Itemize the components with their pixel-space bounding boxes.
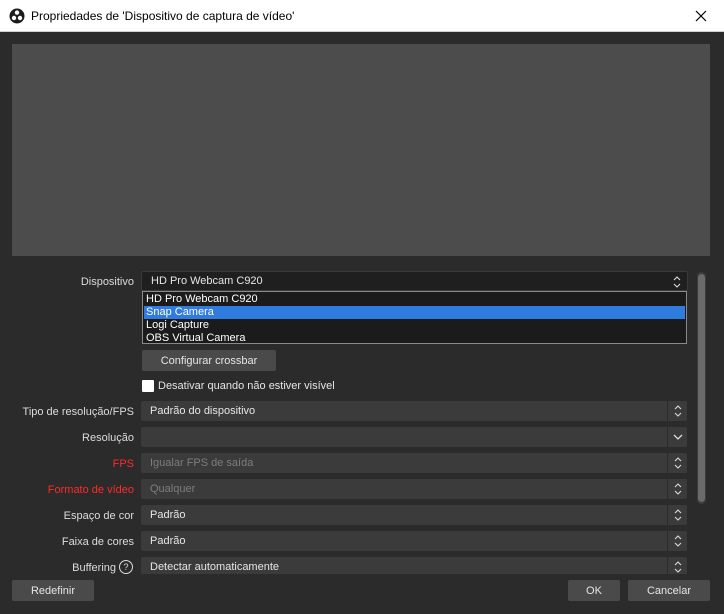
- device-select[interactable]: HD Pro Webcam C920: [141, 271, 688, 291]
- color-space-label: Espaço de cor: [63, 510, 134, 522]
- device-option-highlighted[interactable]: Snap Camera: [144, 306, 685, 319]
- updown-arrow-icon: [667, 401, 687, 421]
- buffering-label: Buffering: [72, 562, 116, 574]
- updown-arrow-icon: [667, 557, 687, 574]
- video-format-label: Formato de vídeo: [47, 484, 134, 496]
- buffering-value: Detectar automaticamente: [150, 561, 280, 573]
- dialog-footer: Redefinir OK Cancelar: [0, 574, 724, 614]
- help-icon[interactable]: ?: [119, 560, 133, 574]
- close-icon: [695, 10, 707, 22]
- video-format-value: Qualquer: [150, 483, 196, 495]
- cancel-button[interactable]: Cancelar: [628, 580, 710, 601]
- configure-crossbar-button[interactable]: Configurar crossbar: [142, 350, 276, 371]
- resolution-combobox[interactable]: [141, 427, 687, 447]
- buffering-select[interactable]: Detectar automaticamente: [141, 557, 687, 574]
- updown-arrow-icon: [667, 479, 687, 499]
- video-preview: [12, 44, 710, 256]
- reset-button[interactable]: Redefinir: [12, 580, 94, 601]
- video-format-select[interactable]: Qualquer: [141, 479, 687, 499]
- updown-arrow-icon: [667, 272, 687, 292]
- resolution-type-value: Padrão do dispositivo: [150, 405, 256, 417]
- deactivate-when-hidden-checkbox[interactable]: [142, 380, 154, 392]
- resolution-type-label: Tipo de resolução/FPS: [22, 406, 134, 418]
- fps-select[interactable]: Igualar FPS de saída: [141, 453, 687, 473]
- deactivate-when-hidden-label: Desativar quando não estiver visível: [158, 380, 335, 392]
- color-range-value: Padrão: [150, 535, 186, 547]
- fps-value: Igualar FPS de saída: [150, 457, 254, 469]
- obs-logo-icon: [9, 8, 25, 24]
- color-space-value: Padrão: [150, 509, 186, 521]
- fps-label: FPS: [112, 458, 134, 470]
- updown-arrow-icon: [667, 453, 687, 473]
- resolution-label: Resolução: [82, 432, 134, 444]
- color-range-label: Faixa de cores: [61, 536, 134, 548]
- title-bar: Propriedades de 'Dispositivo de captura …: [0, 0, 724, 32]
- chevron-down-icon: [667, 427, 687, 447]
- device-option[interactable]: HD Pro Webcam C920: [144, 293, 685, 306]
- color-range-select[interactable]: Padrão: [141, 531, 687, 551]
- device-dropdown-list: HD Pro Webcam C920 Snap Camera Logi Capt…: [142, 291, 687, 344]
- device-label: Dispositivo: [80, 276, 134, 288]
- close-button[interactable]: [678, 0, 724, 32]
- properties-scrollbar[interactable]: [697, 272, 706, 504]
- ok-button[interactable]: OK: [568, 580, 620, 601]
- device-selected-value: HD Pro Webcam C920: [151, 275, 263, 287]
- updown-arrow-icon: [667, 531, 687, 551]
- device-option[interactable]: OBS Virtual Camera: [144, 332, 685, 345]
- color-space-select[interactable]: Padrão: [141, 505, 687, 525]
- device-option[interactable]: Logi Capture: [144, 319, 685, 332]
- updown-arrow-icon: [667, 505, 687, 525]
- properties-panel: Dispositivo HD Pro Webcam C920 HD Pro We…: [12, 262, 710, 574]
- window-title: Propriedades de 'Dispositivo de captura …: [31, 9, 295, 23]
- resolution-type-select[interactable]: Padrão do dispositivo: [141, 401, 687, 421]
- scrollbar-thumb[interactable]: [698, 274, 705, 502]
